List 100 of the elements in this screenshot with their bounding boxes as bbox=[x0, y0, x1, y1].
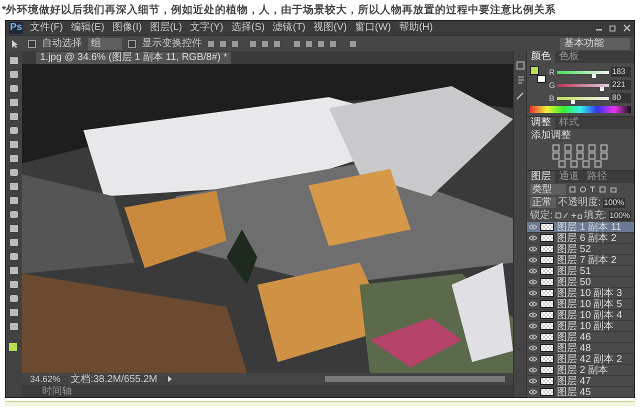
channel-value-field[interactable]: 80 bbox=[611, 93, 631, 103]
target-dropdown[interactable]: 组 bbox=[88, 38, 122, 50]
timeline-tab[interactable]: 时间轴 bbox=[42, 386, 72, 396]
layer-name: 图层 51 bbox=[557, 266, 591, 276]
layer-row[interactable]: 图层 48 bbox=[527, 343, 634, 354]
eye-icon[interactable] bbox=[529, 235, 537, 241]
layer-row[interactable]: 图层 2 副本 bbox=[527, 365, 634, 376]
lock-icons-drawing[interactable] bbox=[554, 212, 582, 219]
layer-row[interactable]: 图层 7 副本 2 bbox=[527, 255, 634, 266]
slider-thumb[interactable] bbox=[571, 100, 576, 104]
filter-icons-drawing[interactable] bbox=[569, 186, 619, 193]
auto-select-label: 自动选择 bbox=[42, 38, 82, 50]
menu-item[interactable]: 滤镜(T) bbox=[272, 22, 306, 34]
layer-thumbnail bbox=[540, 278, 554, 286]
adjustment-icons-drawing[interactable] bbox=[550, 144, 610, 168]
layer-row[interactable]: 图层 10 副本 4 bbox=[527, 310, 634, 321]
layer-row[interactable]: 图层 46 bbox=[527, 332, 634, 343]
layer-name: 图层 10 副本 5 bbox=[557, 298, 622, 310]
panel-tab[interactable]: 图层 bbox=[527, 171, 555, 183]
menu-item[interactable]: 窗口(W) bbox=[354, 22, 391, 34]
layer-row[interactable]: 图层 6 副本 2 bbox=[527, 233, 634, 244]
filter-dropdown[interactable]: 类型 bbox=[530, 184, 566, 195]
paragraph-icon[interactable] bbox=[516, 76, 524, 85]
document-tab[interactable]: 1.jpg @ 34.6% (图层 1 副本 11, RGB/8#) * bbox=[36, 52, 232, 64]
blend-mode-dropdown[interactable]: 正常 bbox=[530, 197, 556, 208]
toolbar-drawing[interactable] bbox=[6, 51, 22, 397]
layer-name: 图层 45 bbox=[557, 386, 591, 398]
channel-value-field[interactable]: 221 bbox=[611, 80, 631, 90]
layer-row[interactable]: 图层 10 副本 3 bbox=[527, 288, 634, 299]
layer-name: 图层 6 副本 2 bbox=[557, 232, 616, 244]
eye-icon[interactable] bbox=[529, 279, 537, 285]
layer-row[interactable]: 图层 10 副本 bbox=[527, 321, 634, 332]
color-spectrum[interactable] bbox=[530, 106, 631, 113]
history-icon[interactable] bbox=[516, 61, 524, 70]
fill-field[interactable]: 100% bbox=[608, 210, 631, 220]
layer-thumbnail bbox=[540, 234, 554, 242]
layer-thumbnail bbox=[540, 223, 554, 231]
panel-tab[interactable]: 色板 bbox=[555, 51, 583, 63]
layer-thumbnail bbox=[540, 333, 554, 341]
menu-item[interactable]: 图像(I) bbox=[112, 22, 142, 34]
fill-label: 填充: bbox=[584, 210, 607, 221]
eye-icon[interactable] bbox=[529, 356, 537, 362]
eye-icon[interactable] bbox=[529, 323, 537, 329]
eye-icon[interactable] bbox=[529, 301, 537, 307]
eye-icon[interactable] bbox=[529, 290, 537, 296]
menu-item[interactable]: 图层(L) bbox=[150, 22, 182, 34]
zoom-level[interactable]: 34.62% bbox=[30, 374, 61, 384]
workspace-dropdown[interactable]: 基本功能 bbox=[560, 38, 630, 50]
checkbox[interactable] bbox=[128, 40, 136, 48]
brush-icon[interactable] bbox=[516, 91, 524, 100]
layer-row[interactable]: 图层 10 副本 5 bbox=[527, 299, 634, 310]
eye-icon[interactable] bbox=[529, 378, 537, 384]
panel-tab[interactable]: 路径 bbox=[583, 171, 611, 183]
panel-tab[interactable]: 样式 bbox=[555, 117, 583, 129]
panel-tab[interactable]: 调整 bbox=[527, 117, 555, 129]
layer-row[interactable]: 图层 51 bbox=[527, 266, 634, 277]
background-swatch[interactable] bbox=[537, 75, 546, 83]
menu-item[interactable]: 选择(S) bbox=[231, 22, 265, 34]
close-icon[interactable] bbox=[623, 24, 631, 32]
layer-thumbnail bbox=[540, 366, 554, 374]
opacity-field[interactable]: 100% bbox=[602, 198, 626, 208]
restore-icon[interactable] bbox=[609, 24, 617, 32]
layer-name: 图层 1 副本 11 bbox=[557, 222, 622, 232]
eye-icon[interactable] bbox=[529, 246, 537, 252]
layer-thumbnail bbox=[540, 311, 554, 319]
checkbox[interactable] bbox=[28, 40, 36, 48]
layer-row[interactable]: 图层 47 bbox=[527, 376, 634, 387]
menu-item[interactable]: 文件(F) bbox=[30, 22, 64, 34]
layer-thumbnail bbox=[540, 388, 554, 396]
eye-icon[interactable] bbox=[529, 389, 537, 395]
menu-item[interactable]: 视图(V) bbox=[314, 22, 347, 34]
eye-icon[interactable] bbox=[529, 257, 537, 263]
layer-thumbnail bbox=[540, 267, 554, 275]
eye-icon[interactable] bbox=[529, 345, 537, 351]
menu-item[interactable]: 编辑(E) bbox=[71, 22, 104, 34]
eye-icon[interactable] bbox=[529, 334, 537, 340]
layer-row[interactable]: 图层 42 副本 2 bbox=[527, 354, 634, 365]
align-icons-drawing[interactable] bbox=[208, 40, 358, 48]
panel-tab[interactable]: 颜色 bbox=[527, 51, 555, 63]
menu-item[interactable]: 文字(Y) bbox=[190, 22, 224, 34]
foreground-swatch[interactable] bbox=[530, 66, 539, 75]
layer-row[interactable]: 图层 50 bbox=[527, 277, 634, 288]
layer-name: 图层 10 副本 4 bbox=[557, 310, 622, 320]
panel-tab[interactable]: 通道 bbox=[555, 171, 583, 183]
layer-row[interactable]: 图层 45 bbox=[527, 387, 634, 398]
slider-thumb[interactable] bbox=[600, 86, 604, 90]
layer-row[interactable]: 图层 52 bbox=[527, 244, 634, 255]
panel-heading: 添加调整 bbox=[530, 130, 572, 142]
channel-label: R bbox=[549, 68, 555, 76]
slider-thumb[interactable] bbox=[592, 74, 596, 78]
eye-icon[interactable] bbox=[529, 312, 537, 318]
opacity-label: 不透明度: bbox=[558, 197, 601, 208]
layer-thumbnail bbox=[540, 322, 554, 330]
channel-value-field[interactable]: 183 bbox=[611, 67, 631, 77]
layer-thumbnail bbox=[540, 377, 554, 385]
arrow-icon[interactable] bbox=[167, 376, 174, 382]
eye-icon[interactable] bbox=[529, 367, 537, 373]
eye-icon[interactable] bbox=[529, 268, 537, 274]
layer-name: 图层 10 副本 3 bbox=[557, 288, 622, 298]
menu-item[interactable]: 帮助(H) bbox=[398, 22, 433, 34]
